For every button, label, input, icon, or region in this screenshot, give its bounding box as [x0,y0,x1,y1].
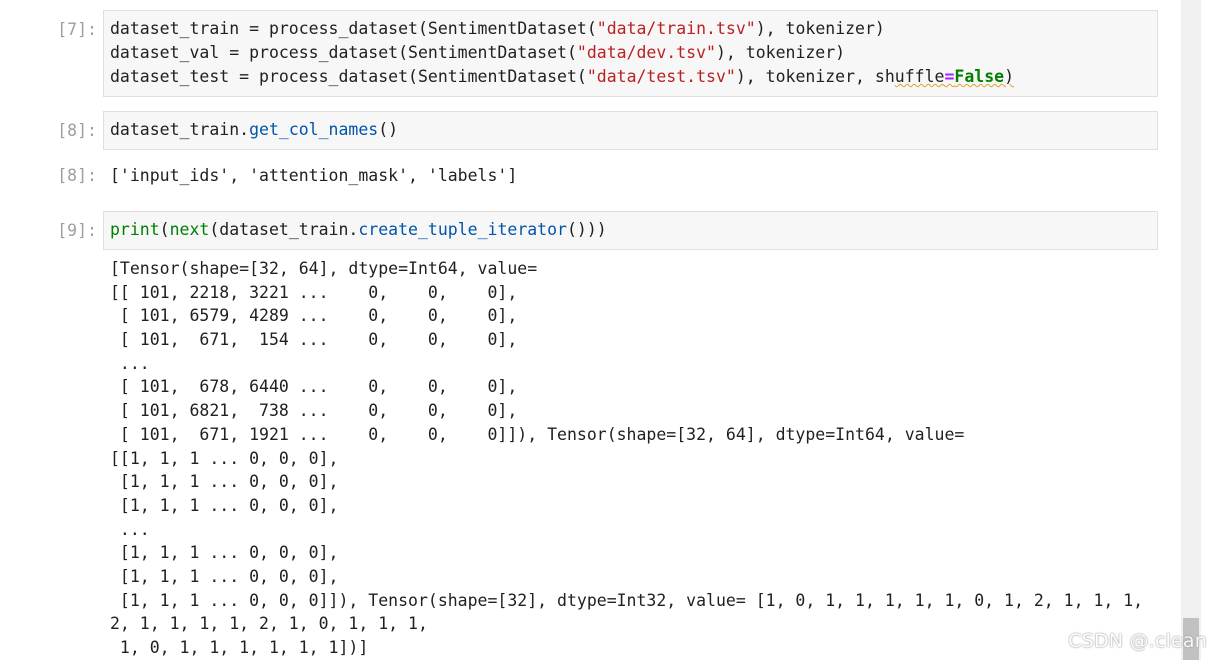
keyword-constant: False [954,67,1005,86]
code-text: (dataset_train. [209,220,359,239]
builtin-name: print [110,220,160,239]
builtin-name: next [169,220,210,239]
output-line: [1, 1, 1 ... 0, 0, 0], [110,566,339,586]
cell-prompt: [9]: [57,221,97,240]
code-text: dataset_train = process_dataset(Sentimen… [110,19,597,38]
code-line: print(next(dataset_train.create_tuple_it… [110,218,1157,242]
output-line: [1, 1, 1 ... 0, 0, 0], [110,472,339,492]
code-text: () [378,120,399,139]
watermark: CSDN @.clean [1068,630,1207,652]
spellcheck-underline: uffle [894,67,945,86]
code-cell-7[interactable]: [7]: dataset_train = process_dataset(Sen… [0,10,1180,98]
code-text: ) [1004,67,1015,86]
output-cell-8: [8]: ['input_ids', 'attention_mask', 'la… [0,164,1180,192]
code-text: dataset_train. [110,120,250,139]
code-line: dataset_train = process_dataset(Sentimen… [110,17,1157,41]
code-input[interactable]: dataset_train.get_col_names() [103,111,1158,150]
string-literal: "data/test.tsv" [586,67,736,86]
code-text: ())) [567,220,607,239]
output-line: ['input_ids', 'attention_mask', 'labels'… [110,166,518,185]
output-line: [ 101, 671, 154 ... 0, 0, 0], [110,330,518,350]
output-line: [[1, 1, 1 ... 0, 0, 0], [110,448,339,468]
output-prompt: [8]: [57,166,97,185]
output-text: ['input_ids', 'attention_mask', 'labels'… [110,164,517,188]
code-line: dataset_val = process_dataset(SentimentD… [110,41,1157,65]
output-line: [[ 101, 2218, 3221 ... 0, 0, 0], [110,282,518,302]
output-line: [Tensor(shape=[32, 64], dtype=Int64, val… [110,259,538,278]
code-text: ), tokenizer) [715,43,846,62]
code-cell-9[interactable]: [9]: print(next(dataset_train.create_tup… [0,211,1180,251]
string-literal: "data/dev.tsv" [576,43,716,62]
vertical-scrollbar[interactable] [1181,0,1201,660]
window-edge [1201,0,1213,660]
cell-prompt: [7]: [57,20,97,39]
code-text: ), tokenizer) [755,19,885,38]
operator: = [944,67,955,86]
stream-output: [Tensor(shape=[32, 64], dtype=Int64, val… [110,257,1143,660]
output-line: 2, 1, 1, 1, 1, 2, 1, 0, 1, 1, 1, [110,614,428,634]
code-input[interactable]: print(next(dataset_train.create_tuple_it… [103,211,1158,250]
output-line: [1, 1, 1 ... 0, 0, 0], [110,543,339,563]
output-line: [1, 1, 1 ... 0, 0, 0], [110,495,339,515]
code-text: ( [159,220,170,239]
code-text: ), tokenizer, sh [735,67,895,86]
output-line: 1, 0, 1, 1, 1, 1, 1, 1])] [110,638,369,657]
code-text: dataset_test = process_dataset(Sentiment… [110,67,587,86]
function-name: create_tuple_iterator [358,220,567,239]
code-input[interactable]: dataset_train = process_dataset(Sentimen… [103,10,1158,97]
code-text: dataset_val = process_dataset(SentimentD… [110,43,577,62]
output-line: ... [110,519,150,539]
output-line: [ 101, 6821, 738 ... 0, 0, 0], [110,401,518,421]
output-line: [1, 1, 1 ... 0, 0, 0]]), Tensor(shape=[3… [110,590,1144,610]
output-line: [ 101, 678, 6440 ... 0, 0, 0], [110,377,518,397]
output-line: [ 101, 671, 1921 ... 0, 0, 0]]), Tensor(… [110,424,965,444]
cell-prompt: [8]: [57,121,97,140]
function-name: get_col_names [249,120,379,139]
code-line: dataset_test = process_dataset(Sentiment… [110,65,1157,89]
code-line: dataset_train.get_col_names() [110,118,1157,142]
code-cell-8[interactable]: [8]: dataset_train.get_col_names() [0,111,1180,151]
string-literal: "data/train.tsv" [596,19,756,38]
output-line: [ 101, 6579, 4289 ... 0, 0, 0], [110,306,518,326]
output-line: ... [110,353,150,373]
